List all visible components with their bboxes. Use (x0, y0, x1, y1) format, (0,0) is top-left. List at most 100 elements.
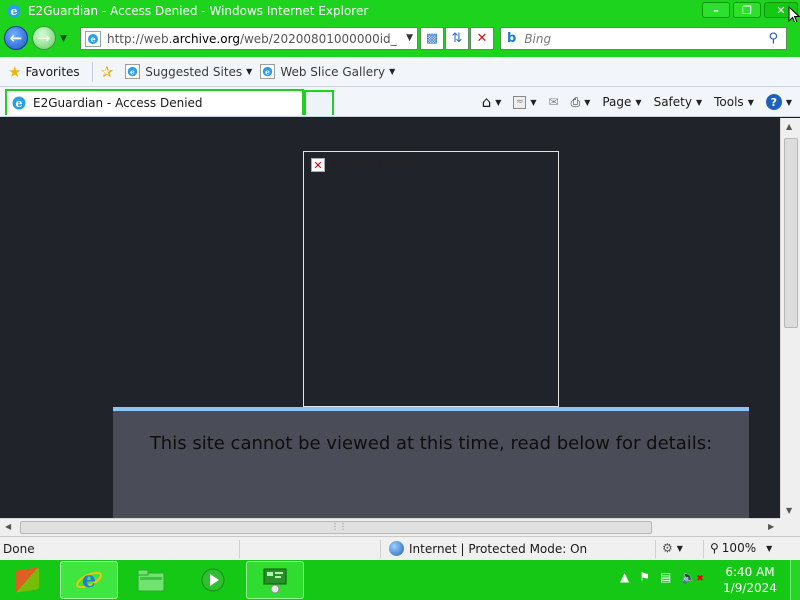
horizontal-scrollbar[interactable]: ◀ ⋮⋮ ▶ (0, 518, 780, 536)
favorites-button[interactable]: ★ Favorites (8, 63, 80, 81)
minimize-button[interactable]: – (702, 2, 730, 18)
network-monitor-icon (263, 568, 287, 594)
address-dropdown-icon[interactable]: ▼ (406, 33, 413, 43)
clock-date: 1/9/2024 (723, 581, 777, 595)
scroll-down-icon[interactable]: ▼ (786, 506, 792, 515)
clock[interactable]: 6:40 AM 1/9/2024 (712, 564, 788, 596)
taskbar-file-explorer[interactable] (122, 561, 180, 599)
chevron-down-icon: ▼ (695, 97, 703, 107)
stop-button[interactable]: ✕ (470, 27, 494, 50)
search-input[interactable]: Bing (524, 32, 551, 46)
forward-button[interactable]: → (32, 26, 56, 50)
restore-button[interactable]: ❐ (733, 2, 761, 18)
status-text: Done (3, 541, 35, 556)
start-button[interactable] (2, 562, 52, 598)
vertical-scrollbar[interactable]: ▲ ▼ (780, 118, 800, 518)
url-path: /web/20200801000000id_/https:/ (239, 31, 397, 46)
zoom-control[interactable]: ⚲ 100% ▼ (710, 541, 772, 555)
chevron-down-icon: ▼ (246, 67, 253, 76)
suggested-sites-ie-icon: e (125, 64, 141, 79)
status-separator (380, 540, 381, 558)
back-arrow-icon: ← (9, 29, 23, 47)
volume-muted-icon[interactable]: 🔈✖ (681, 570, 714, 584)
print-icon: ⎙ (570, 94, 581, 109)
chevron-down-icon: ▼ (747, 97, 754, 107)
system-tray: ▲ ⚑ ▤ 🔈✖ (620, 570, 724, 584)
read-mail-button[interactable]: ✉ (549, 95, 559, 109)
address-input[interactable]: http://web.archive.org/web/2020080100000… (107, 32, 397, 46)
suggested-sites-button[interactable]: e Suggested Sites ▼ (125, 64, 252, 79)
feeds-button[interactable]: ≈ ▼ (513, 95, 537, 109)
search-icon[interactable]: ⚲ (768, 31, 778, 46)
status-separator (703, 540, 704, 558)
tab-ie-icon: e (12, 96, 26, 110)
zoom-magnifier-icon: ⚲ (710, 541, 719, 555)
scrollbar-corner (780, 518, 800, 536)
window-controls: – ❐ ✕ (699, 2, 798, 18)
window-title: E2Guardian - Access Denied - Windows Int… (28, 4, 369, 18)
tools-menu-label: Tools (714, 95, 744, 109)
page-menu[interactable]: Page ▼ (602, 95, 641, 109)
action-center-flag-icon[interactable]: ⚑ (639, 570, 650, 584)
title-bar: e E2Guardian - Access Denied - Windows I… (0, 0, 800, 22)
url-domain: archive.org (172, 31, 240, 46)
taskbar-media-player[interactable] (184, 561, 242, 599)
help-menu[interactable]: ? ▼ (765, 94, 792, 110)
image-alt-text: ACCESS DENIED (331, 157, 421, 170)
bing-icon: b (507, 31, 517, 46)
taskbar-internet-explorer[interactable]: e (60, 561, 118, 599)
security-zone[interactable]: Internet | Protected Mode: On (389, 541, 587, 556)
tab-e2guardian[interactable]: e E2Guardian - Access Denied (5, 89, 304, 115)
chevron-down-icon: ▼ (495, 97, 502, 107)
scroll-up-icon[interactable]: ▲ (786, 122, 792, 131)
chevron-down-icon: ▼ (530, 97, 537, 107)
tab-label: E2Guardian - Access Denied (33, 96, 203, 110)
new-tab-button[interactable] (304, 90, 334, 115)
add-favorite-icon: ✰ (100, 62, 114, 81)
page-content: ✕ ACCESS DENIED This site cannot be view… (0, 118, 780, 518)
media-player-icon (201, 568, 225, 592)
address-bar[interactable]: e http://web.archive.org/web/20200801000… (80, 27, 418, 50)
home-button[interactable]: ⌂ ▼ (482, 93, 502, 111)
chevron-down-icon: ▼ (635, 97, 642, 107)
page-menu-label: Page (602, 95, 632, 109)
add-to-favorites-bar-button[interactable]: ✰ (101, 63, 118, 81)
address-tools: ▩ ⇅ ✕ (420, 27, 495, 50)
internet-explorer-taskbar-icon: e (76, 567, 102, 593)
compatibility-view-icon: ▩ (425, 31, 439, 46)
protected-mode-settings-button[interactable]: ⚙ ▼ (662, 541, 683, 555)
network-icon[interactable]: ▤ (660, 570, 671, 584)
tab-row: e E2Guardian - Access Denied ⌂ ▼ ≈ ▼ ✉ ⎙… (0, 87, 800, 117)
broken-image-icon: ✕ (311, 158, 325, 172)
vertical-scroll-thumb[interactable] (784, 138, 798, 328)
compatibility-view-button[interactable]: ▩ (420, 27, 444, 50)
recent-pages-dropdown[interactable]: ▼ (60, 34, 67, 44)
scroll-left-icon[interactable]: ◀ (5, 522, 11, 531)
refresh-button[interactable]: ⇅ (445, 27, 469, 50)
web-slice-gallery-button[interactable]: e Web Slice Gallery ▼ (260, 64, 395, 79)
notice-panel: This site cannot be viewed at this time,… (113, 407, 749, 518)
horizontal-scroll-thumb[interactable]: ⋮⋮ (20, 521, 652, 534)
show-hidden-icons-button[interactable]: ▲ (620, 570, 629, 584)
svg-text:e: e (130, 67, 135, 76)
stop-icon: ✕ (476, 31, 488, 46)
search-box[interactable]: b Bing ⚲ (500, 27, 787, 50)
scroll-grip-icon: ⋮⋮ (331, 522, 347, 531)
taskbar-network-app[interactable] (246, 561, 304, 599)
chevron-down-icon: ▼ (389, 67, 396, 76)
zoom-level: 100% (721, 541, 757, 555)
scroll-right-icon[interactable]: ▶ (768, 522, 774, 531)
mail-icon: ✉ (548, 95, 559, 109)
taskbar: e ▲ ⚑ ▤ 🔈✖ 6:40 AM 1/9/2024 (0, 560, 800, 600)
back-button[interactable]: ← (4, 26, 28, 50)
chevron-down-icon: ▼ (676, 543, 683, 553)
tools-menu[interactable]: Tools ▼ (714, 95, 754, 109)
status-separator (655, 540, 656, 558)
show-desktop-button[interactable] (790, 560, 800, 600)
print-button[interactable]: ⎙ ▼ (571, 95, 591, 110)
safety-menu[interactable]: Safety ▼ (654, 95, 703, 109)
notice-text: This site cannot be viewed at this time,… (149, 433, 713, 454)
svg-text:e: e (265, 67, 270, 76)
access-denied-image-placeholder: ✕ ACCESS DENIED (303, 151, 559, 407)
svg-text:e: e (82, 567, 96, 593)
